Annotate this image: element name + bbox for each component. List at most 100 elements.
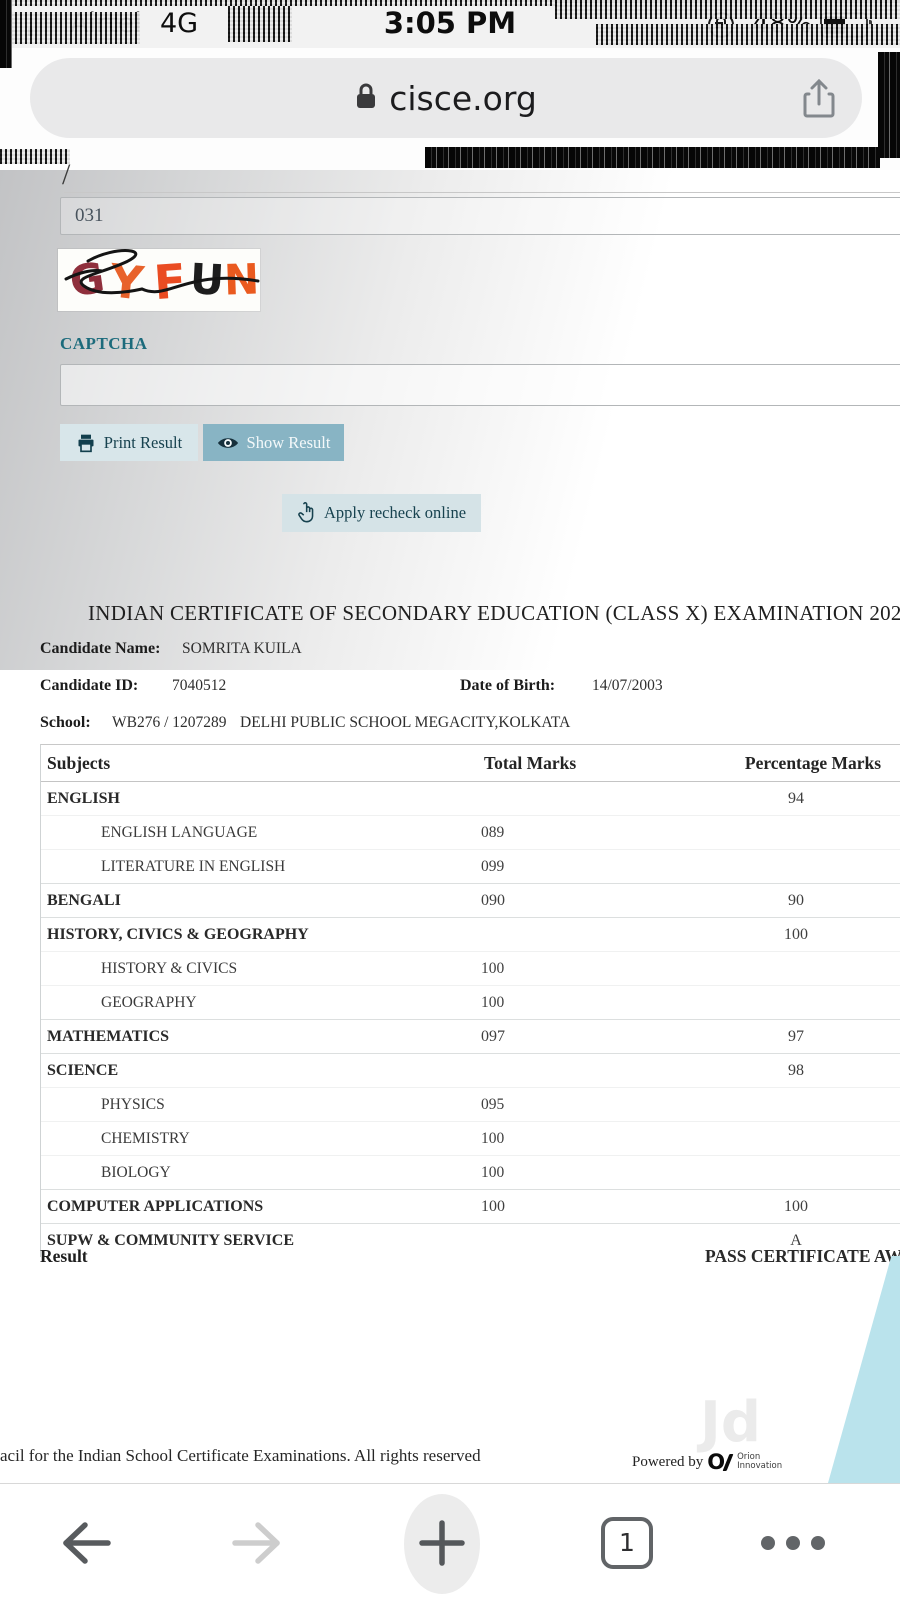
show-result-button[interactable]: Show Result [203,424,344,461]
total-marks-cell: 095 [481,1088,504,1121]
candidate-name-value: SOMRITA KUILA [182,640,302,658]
print-result-button[interactable]: Print Result [60,424,198,461]
captcha-image: G Y F U N [58,249,260,311]
subject-cell: HISTORY, CIVICS & GEOGRAPHY [47,918,309,951]
field-fragment: / [62,158,70,192]
table-row: PHYSICS 095 [41,1087,900,1121]
table-row: COMPUTER APPLICATIONS100100 [41,1189,900,1223]
glitch-band [878,52,900,158]
total-marks-cell: 100 [481,1122,504,1155]
header-subjects: Subjects [47,745,110,781]
browser-toolbar: 1 [0,1483,900,1600]
table-row: LITERATURE IN ENGLISH 099 [41,849,900,883]
total-marks-cell: 099 [481,850,504,883]
percentage-cell: 98 [701,1054,891,1087]
address-bar[interactable]: cisce.org [30,58,862,138]
total-marks-cell: 100 [481,952,504,985]
candidate-name-label: Candidate Name: [40,640,160,658]
ellipsis-icon [761,1536,825,1550]
roll-code-input[interactable]: 031 [60,197,900,235]
glitch-band [0,0,12,68]
subject-cell: BIOLOGY [101,1156,171,1189]
table-row: SCIENCE 98 [41,1053,900,1087]
total-marks-cell: 100 [481,1190,505,1223]
table-header-row: Subjects Total Marks Percentage Marks [41,745,900,782]
dob-label: Date of Birth: [460,677,555,695]
back-button[interactable] [58,1484,114,1600]
school-name: DELHI PUBLIC SCHOOL MEGACITY,KOLKATA [240,714,570,732]
tab-count: 1 [619,1528,635,1557]
table-row: GEOGRAPHY 100 [41,985,900,1019]
table-row: BENGALI09090 [41,883,900,917]
print-result-label: Print Result [104,433,182,453]
copyright-text: acil for the Indian School Certificate E… [0,1446,481,1466]
result-value: PASS CERTIFICATE AWA [705,1246,900,1267]
total-marks-cell: 100 [481,1156,504,1189]
total-marks-cell: 097 [481,1020,505,1053]
subject-cell: ENGLISH [47,782,120,815]
subject-cell: MATHEMATICS [47,1020,169,1053]
more-menu-button[interactable] [758,1484,828,1600]
subject-cell: ENGLISH LANGUAGE [101,816,257,849]
powered-by-text: Powered by [632,1454,703,1471]
percentage-cell: 97 [701,1020,891,1053]
total-marks-cell: 090 [481,884,505,917]
orion-brand-text: OrionInnovation [737,1453,782,1471]
printer-icon [76,433,96,453]
pointer-hand-icon [297,502,316,524]
percentage-cell: 100 [701,1190,891,1223]
total-marks-cell: 100 [481,986,504,1019]
school-label: School: [40,714,91,732]
eye-icon [217,435,239,451]
table-row: ENGLISH 94 [41,782,900,815]
table-row: HISTORY, CIVICS & GEOGRAPHY 100 [41,917,900,951]
captcha-scribble [58,249,260,311]
url-text: cisce.org [389,79,537,118]
glitch-band [425,147,880,168]
candidate-id-value: 7040512 [172,677,226,695]
mobile-screen: Airtel 4G 3:05 PM 48% cisce.org / [0,0,900,1600]
glitch-band [0,12,140,44]
glitch-band [228,6,292,42]
table-row: ENGLISH LANGUAGE 089 [41,815,900,849]
share-icon[interactable] [802,78,836,125]
header-total-marks: Total Marks [484,745,576,781]
result-label: Result [40,1246,88,1267]
result-row: Result PASS CERTIFICATE AWA [0,1246,900,1276]
glitch-band [0,149,70,164]
subject-cell: PHYSICS [101,1088,165,1121]
school-code: WB276 / 1207289 [112,714,227,732]
glitch-band [596,24,900,45]
page-shade [0,170,900,670]
subject-cell: HISTORY & CIVICS [101,952,237,985]
table-row: MATHEMATICS 097 97 [41,1019,900,1053]
show-result-label: Show Result [247,433,331,453]
new-tab-button[interactable] [414,1484,470,1600]
orion-logo-icon: O [707,1450,730,1474]
candidate-id-label: Candidate ID: [40,677,138,695]
subject-cell: CHEMISTRY [101,1122,190,1155]
exam-title: INDIAN CERTIFICATE OF SECONDARY EDUCATIO… [88,601,900,626]
total-marks-cell: 089 [481,816,504,849]
powered-by: Powered by O OrionInnovation [632,1450,782,1474]
tabs-button[interactable]: 1 [599,1484,655,1600]
divider [64,192,900,193]
https-lock-icon [355,79,377,118]
glitch-band [555,2,900,19]
captcha-input[interactable] [60,364,900,406]
percentage-cell: 90 [701,884,891,917]
captcha-label: CAPTCHA [60,334,148,354]
percentage-cell: 100 [701,918,891,951]
table-row: HISTORY & CIVICS 100 [41,951,900,985]
table-body: ENGLISH94ENGLISH LANGUAGE089LITERATURE I… [41,782,900,1257]
subject-cell: SCIENCE [47,1054,118,1087]
decorative-wedge [828,1256,900,1483]
percentage-cell: 94 [701,782,891,815]
table-row: CHEMISTRY 100 [41,1121,900,1155]
subject-cell: LITERATURE IN ENGLISH [101,850,285,883]
table-row: BIOLOGY 100 [41,1155,900,1189]
subject-cell: GEOGRAPHY [101,986,197,1019]
apply-recheck-button[interactable]: Apply recheck online [282,494,481,532]
header-percentage-marks: Percentage Marks [701,745,900,781]
forward-button[interactable] [229,1484,285,1600]
